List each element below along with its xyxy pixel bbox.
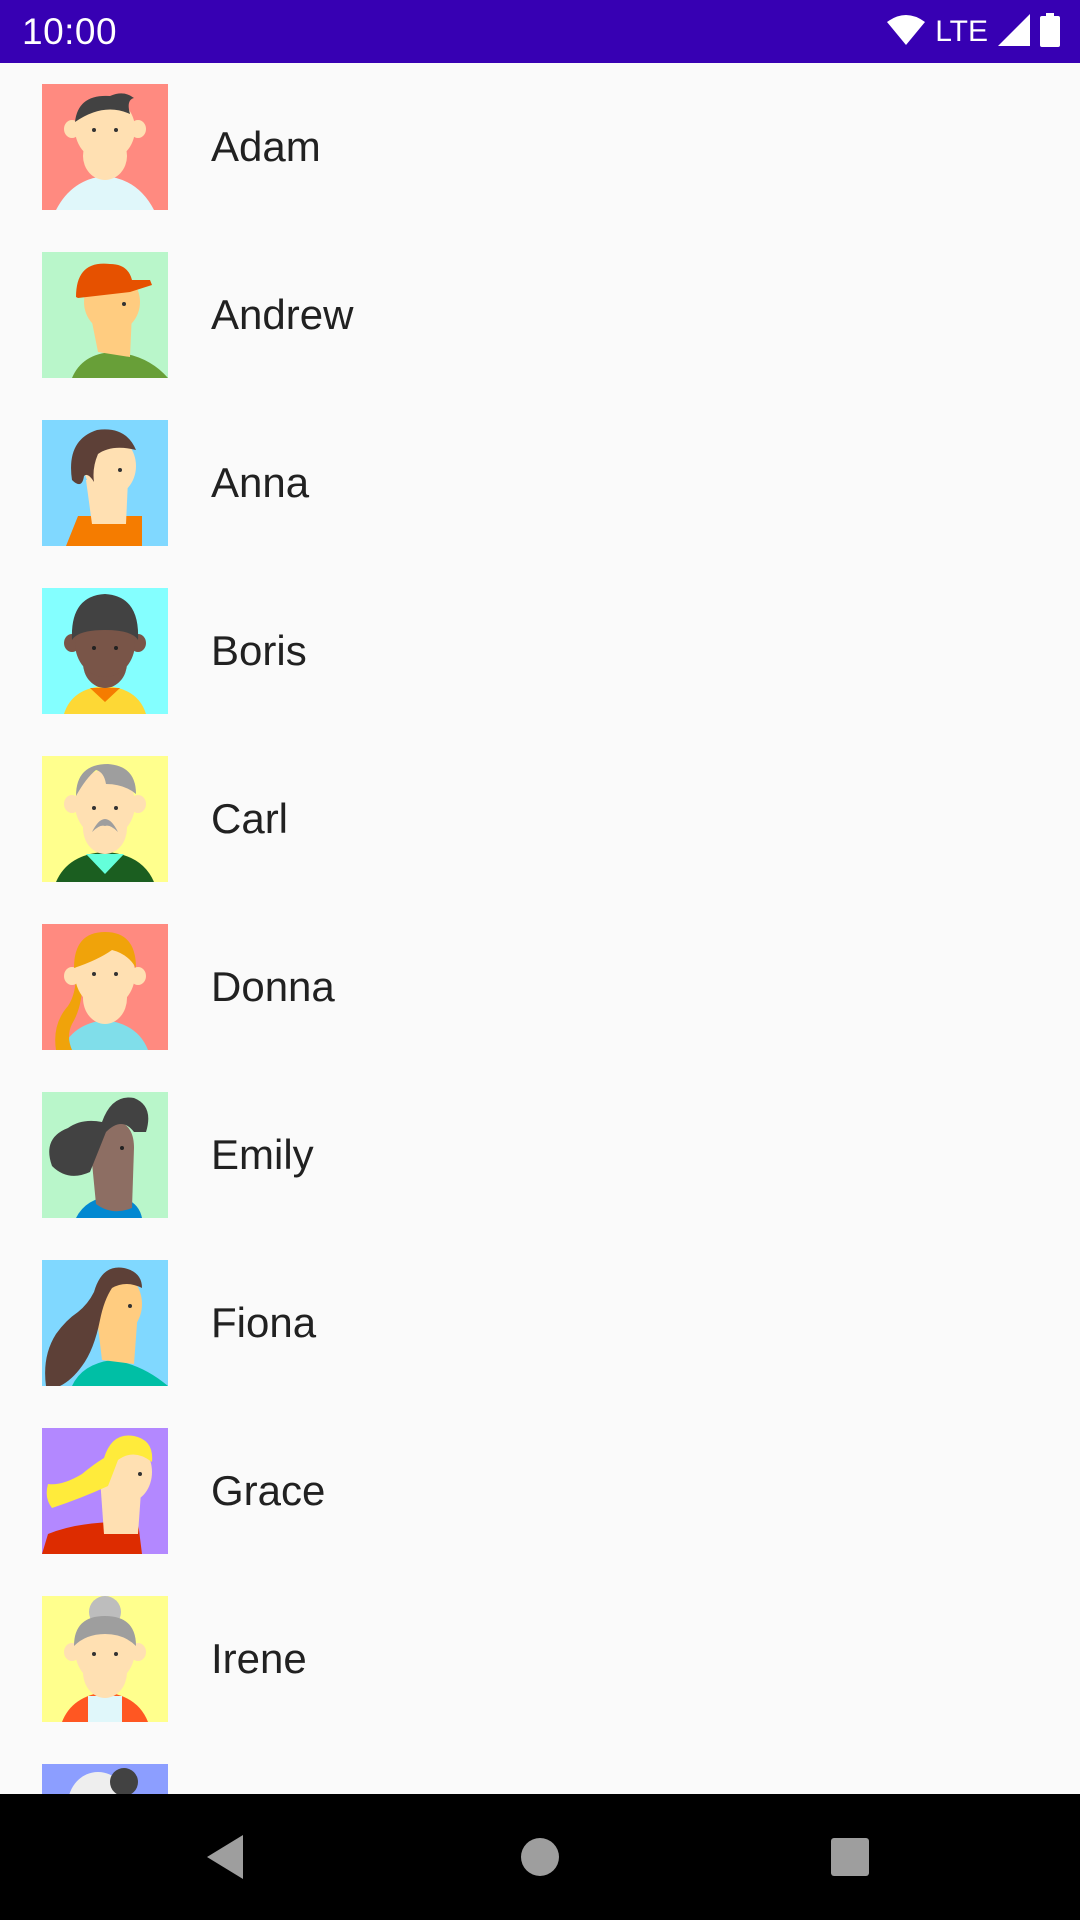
- avatar: [42, 924, 168, 1050]
- battery-icon: [1040, 12, 1060, 52]
- avatar: [42, 756, 168, 882]
- status-time: 10:00: [22, 11, 118, 52]
- contact-row[interactable]: Adam: [0, 63, 1080, 231]
- contact-name: Boris: [211, 627, 307, 674]
- contact-name: Anna: [211, 459, 310, 506]
- contact-name: Carl: [211, 795, 289, 842]
- signal-icon: [998, 13, 1030, 51]
- contact-row[interactable]: Grace: [0, 1407, 1080, 1575]
- avatar: [42, 252, 168, 378]
- avatar: [42, 1260, 168, 1386]
- contact-row[interactable]: Carl: [0, 735, 1080, 903]
- status-icons: LTE: [887, 12, 1060, 52]
- contact-row[interactable]: Emily: [0, 1071, 1080, 1239]
- network-type-label: LTE: [935, 15, 988, 48]
- contact-name: Grace: [211, 1467, 326, 1514]
- recents-button[interactable]: [770, 1794, 930, 1920]
- home-button[interactable]: [460, 1794, 620, 1920]
- back-button[interactable]: [145, 1794, 305, 1920]
- avatar: [42, 1428, 168, 1554]
- contact-name: Irene: [211, 1635, 307, 1682]
- contact-name: Emily: [211, 1131, 314, 1178]
- contact-row[interactable]: [0, 1743, 1080, 1794]
- contact-name: Andrew: [211, 291, 354, 338]
- contact-row[interactable]: Irene: [0, 1575, 1080, 1743]
- avatar: [42, 84, 168, 210]
- avatar: [42, 1092, 168, 1218]
- contact-row[interactable]: Donna: [0, 903, 1080, 1071]
- avatar: [42, 1764, 168, 1794]
- contact-row[interactable]: Andrew: [0, 231, 1080, 399]
- avatar: [42, 1596, 168, 1722]
- navigation-bar: [0, 1794, 1080, 1920]
- contact-row[interactable]: Anna: [0, 399, 1080, 567]
- home-icon: [521, 1838, 559, 1876]
- recents-icon: [831, 1838, 869, 1876]
- contact-name: Fiona: [211, 1299, 317, 1346]
- avatar: [42, 420, 168, 546]
- contact-row[interactable]: Boris: [0, 567, 1080, 735]
- avatar: [42, 588, 168, 714]
- back-icon: [207, 1835, 243, 1879]
- contact-row[interactable]: Fiona: [0, 1239, 1080, 1407]
- status-bar: 10:00 LTE: [0, 0, 1080, 63]
- contact-name: Donna: [211, 963, 335, 1010]
- contact-name: Adam: [211, 123, 321, 170]
- contact-list[interactable]: Adam Andrew Anna Boris Carl Donna Emily Fiona Gr…: [0, 63, 1080, 1794]
- wifi-icon: [887, 14, 926, 51]
